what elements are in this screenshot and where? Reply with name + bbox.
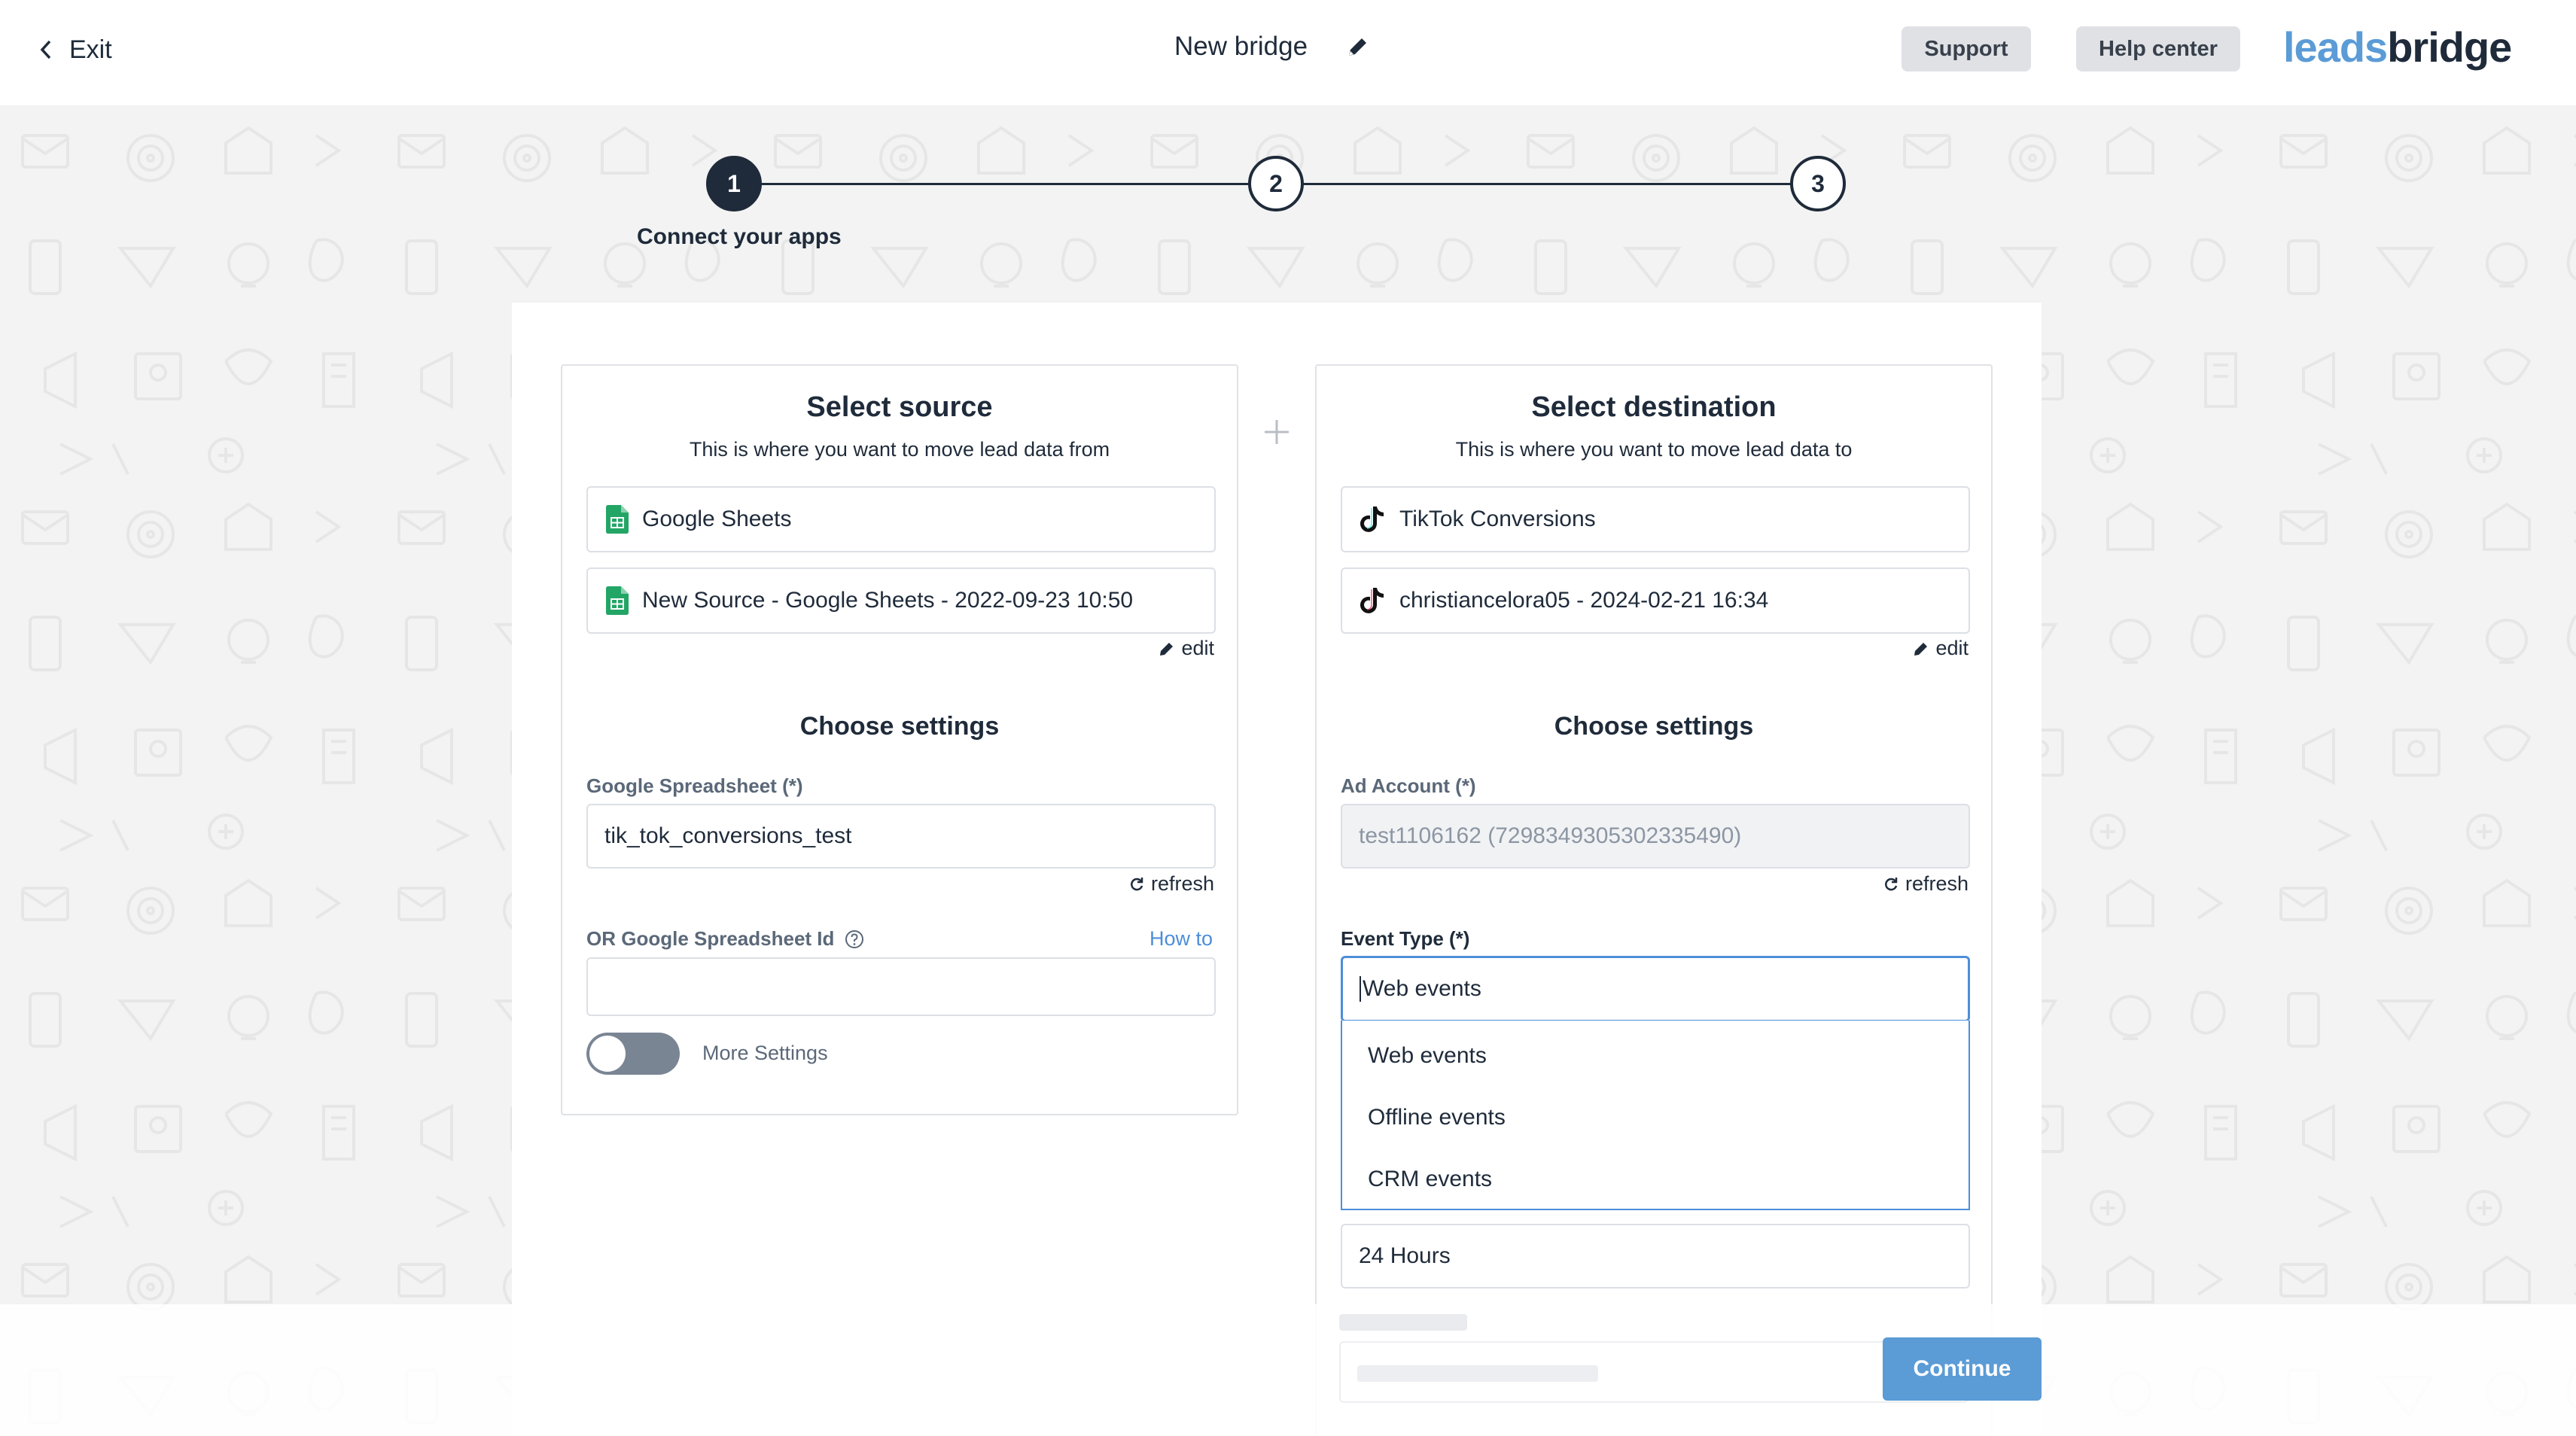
stepper-line-1 — [734, 183, 1276, 185]
edit-label: edit — [1935, 637, 1969, 659]
help-icon[interactable] — [845, 929, 864, 949]
destination-refresh-link[interactable]: refresh — [1883, 872, 1969, 896]
destination-panel: Select destination This is where you wan… — [1315, 364, 1993, 1436]
source-subtitle: This is where you want to move lead data… — [689, 438, 1110, 461]
chevron-left-icon — [40, 40, 51, 59]
exit-label: Exit — [69, 35, 112, 64]
destination-connection-select[interactable]: christiancelora05 - 2024-02-21 16:34 — [1341, 567, 1970, 634]
source-panel: Select source This is where you want to … — [561, 364, 1238, 1115]
event-type-label: Event Type (*) — [1341, 927, 1470, 950]
faded-label — [1339, 1314, 1467, 1331]
source-refresh-link[interactable]: refresh — [1128, 872, 1214, 896]
ad-account-select: test1106162 (7298349305302335490) — [1341, 804, 1970, 869]
step-1-label: Connect your apps — [637, 224, 842, 249]
dropdown-option-offline-events[interactable]: Offline events — [1342, 1087, 1969, 1148]
destination-settings-title: Choose settings — [1554, 712, 1754, 741]
ad-account-label: Ad Account (*) — [1341, 774, 1476, 797]
window-select[interactable]: 24 Hours — [1341, 1224, 1970, 1288]
continue-button[interactable]: Continue — [1883, 1337, 2042, 1401]
source-app-select[interactable]: Google Sheets — [586, 486, 1216, 552]
source-edit-link[interactable]: edit — [1159, 637, 1214, 660]
top-bar: Exit New bridge Support Help center lead… — [0, 0, 2576, 105]
spreadsheet-id-input[interactable] — [586, 957, 1216, 1016]
dropdown-option-crm-events[interactable]: CRM events — [1342, 1148, 1969, 1210]
footer-bar — [0, 1304, 2576, 1436]
destination-app-name: TikTok Conversions — [1399, 507, 1596, 531]
edit-label: edit — [1181, 637, 1214, 659]
source-app-name: Google Sheets — [642, 507, 792, 531]
refresh-icon — [1885, 877, 1898, 890]
source-connection-select[interactable]: New Source - Google Sheets - 2022-09-23 … — [586, 567, 1216, 634]
exit-button[interactable]: Exit — [38, 29, 112, 71]
spreadsheet-select[interactable]: tik_tok_conversions_test — [586, 804, 1216, 869]
stepper-line-2 — [1276, 183, 1818, 185]
destination-subtitle: This is where you want to move lead data… — [1455, 438, 1853, 461]
event-type-dropdown: Web events Offline events CRM events — [1341, 1021, 1970, 1210]
leadsbridge-logo: leadsbridge — [2283, 23, 2512, 71]
support-button[interactable]: Support — [1902, 26, 2031, 71]
faded-input — [1339, 1341, 1969, 1403]
faded-text — [1357, 1365, 1598, 1382]
source-connection-name: New Source - Google Sheets - 2022-09-23 … — [642, 588, 1134, 613]
dropdown-option-web-events[interactable]: Web events — [1342, 1025, 1969, 1087]
more-settings-toggle[interactable] — [586, 1033, 680, 1075]
spreadsheet-id-label: OR Google Spreadsheet Id — [586, 927, 864, 951]
how-to-link[interactable]: How to — [1149, 927, 1213, 951]
refresh-icon — [1131, 877, 1143, 890]
refresh-label: refresh — [1905, 872, 1969, 895]
toggle-knob — [589, 1036, 626, 1072]
refresh-label: refresh — [1150, 872, 1214, 895]
tiktok-icon — [1360, 507, 1384, 532]
source-settings-title: Choose settings — [799, 712, 1000, 741]
help-center-button[interactable]: Help center — [2076, 26, 2240, 71]
event-type-input[interactable]: Web events — [1341, 956, 1970, 1022]
event-type-value: Web events — [1363, 976, 1481, 1001]
destination-title: Select destination — [1531, 391, 1777, 423]
destination-edit-link[interactable]: edit — [1913, 637, 1969, 660]
step-1: 1 — [706, 156, 762, 211]
google-sheets-icon — [606, 505, 629, 534]
destination-connection-name: christiancelora05 - 2024-02-21 16:34 — [1399, 588, 1769, 613]
pencil-icon — [1160, 642, 1174, 656]
plus-icon — [1265, 420, 1289, 444]
bridge-name: New bridge — [1174, 32, 1308, 61]
text-cursor — [1360, 976, 1361, 1002]
google-sheets-icon — [606, 586, 629, 615]
step-3: 3 — [1790, 156, 1846, 211]
pencil-icon — [1914, 642, 1928, 656]
pencil-icon[interactable] — [1344, 35, 1370, 60]
tiktok-icon — [1360, 588, 1384, 613]
more-settings-label: More Settings — [702, 1042, 828, 1064]
step-2: 2 — [1248, 156, 1304, 211]
source-title: Select source — [806, 391, 993, 423]
destination-app-select[interactable]: TikTok Conversions — [1341, 486, 1970, 552]
spreadsheet-label: Google Spreadsheet (*) — [586, 774, 803, 797]
